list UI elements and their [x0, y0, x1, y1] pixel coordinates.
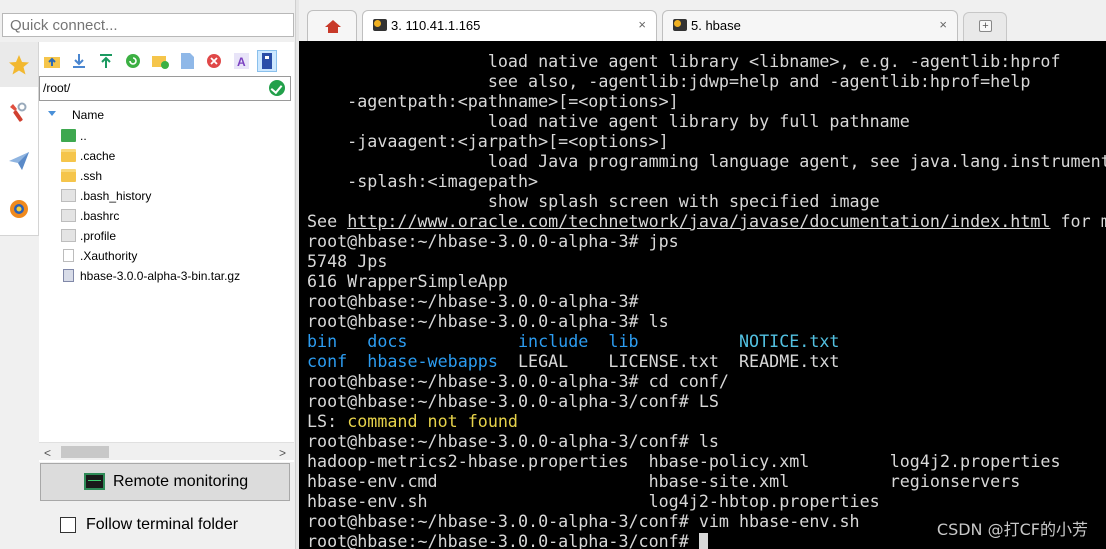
- key-icon: [373, 19, 387, 31]
- terminal-line: hbase-env.cmd hbase-site.xml regionserve…: [307, 471, 1021, 491]
- upload-icon[interactable]: [96, 50, 116, 72]
- file-list: .. .cache .ssh .bash_history .bashrc .pr…: [39, 126, 294, 286]
- file-icon: [61, 189, 76, 202]
- terminal-cursor: [698, 533, 708, 549]
- list-item[interactable]: .bash_history: [39, 186, 294, 206]
- scroll-right-icon[interactable]: >: [279, 446, 286, 460]
- upload-folder-icon[interactable]: [42, 50, 62, 72]
- file-list-header[interactable]: Name: [39, 105, 294, 125]
- close-icon[interactable]: ×: [939, 17, 947, 32]
- terminal-line: See http://www.oracle.com/technetwork/ja…: [307, 211, 1106, 231]
- terminal-line: root@hbase:~/hbase-3.0.0-alpha-3/conf# l…: [307, 431, 719, 451]
- terminal-line: load native agent library <libname>, e.g…: [307, 51, 1061, 71]
- tab-session-3[interactable]: 3. 110.41.1.165 ×: [362, 10, 657, 42]
- horizontal-scrollbar[interactable]: < >: [39, 442, 294, 460]
- folder-icon: [61, 169, 76, 182]
- sftp-panel: A /root/ Name .. .cache .ssh .bash_histo…: [39, 42, 294, 462]
- app-window: A /root/ Name .. .cache .ssh .bash_histo…: [0, 0, 1106, 549]
- follow-terminal-label: Follow terminal folder: [86, 516, 239, 533]
- tab-session-5[interactable]: 5. hbase ×: [662, 10, 958, 41]
- terminal-line: 5748 Jps: [307, 251, 388, 271]
- rename-icon[interactable]: A: [231, 50, 251, 72]
- list-item[interactable]: .ssh: [39, 166, 294, 186]
- delete-icon[interactable]: [204, 50, 224, 72]
- terminal-line: -agentpath:<pathname>[=<options>]: [307, 91, 679, 111]
- path-field[interactable]: /root/: [39, 76, 291, 101]
- new-tab-button[interactable]: +: [963, 12, 1007, 41]
- watermark: CSDN @打CF的小芳: [936, 520, 1088, 539]
- folder-icon: [61, 149, 76, 162]
- terminal-line: 616 WrapperSimpleApp: [307, 271, 508, 291]
- documentation-link[interactable]: http://www.oracle.com/technetwork/java/j…: [347, 211, 1050, 231]
- terminal-line: root@hbase:~/hbase-3.0.0-alpha-3/conf# v…: [307, 511, 860, 531]
- file-icon: [61, 229, 76, 242]
- terminal-line: -splash:<imagepath>: [307, 171, 539, 191]
- tab-title: 5. hbase: [691, 18, 741, 33]
- terminal-line: hbase-env.sh log4j2-hbtop.properties: [307, 491, 880, 511]
- archive-icon: [63, 269, 74, 282]
- parent-folder-icon: [61, 129, 76, 142]
- tab-title: 3. 110.41.1.165: [391, 18, 481, 33]
- terminal-line: load native agent library by full pathna…: [307, 111, 910, 131]
- key-icon: [673, 19, 687, 31]
- tab-bar: 3. 110.41.1.165 × 5. hbase × +: [299, 0, 1106, 42]
- terminal-line: show splash screen with specified image: [307, 191, 880, 211]
- monitor-icon: [84, 473, 105, 490]
- terminal-line: load Java programming language agent, se…: [307, 151, 1106, 171]
- column-name-header[interactable]: Name: [72, 108, 104, 122]
- new-file-icon[interactable]: [177, 50, 197, 72]
- list-item[interactable]: .profile: [39, 226, 294, 246]
- scroll-thumb[interactable]: [61, 446, 109, 458]
- terminal-line: root@hbase:~/hbase-3.0.0-alpha-3#: [307, 291, 639, 311]
- terminal-line: LS: command not found: [307, 411, 518, 431]
- file-icon: [61, 209, 76, 222]
- terminal-line: root@hbase:~/hbase-3.0.0-alpha-3# ls: [307, 311, 669, 331]
- terminal-line: root@hbase:~/hbase-3.0.0-alpha-3/conf# L…: [307, 391, 719, 411]
- terminal-prompt: root@hbase:~/hbase-3.0.0-alpha-3/conf#: [307, 531, 699, 549]
- terminal-line: -javaagent:<jarpath>[=<options>]: [307, 131, 669, 151]
- terminal-line: hadoop-metrics2-hbase.properties hbase-p…: [307, 451, 1061, 471]
- terminal-line: conf hbase-webapps LEGAL LICENSE.txt REA…: [307, 351, 840, 371]
- sort-arrow-icon: [48, 111, 56, 116]
- quick-connect-input[interactable]: [2, 13, 294, 37]
- tools-icon[interactable]: [0, 90, 38, 135]
- tab-home[interactable]: [307, 10, 357, 41]
- document-icon: [63, 249, 74, 262]
- list-item[interactable]: .cache: [39, 146, 294, 166]
- terminal-line: bin docs include lib NOTICE.txt: [307, 331, 840, 351]
- remote-monitoring-button[interactable]: Remote monitoring: [40, 463, 290, 501]
- list-item[interactable]: .Xauthority: [39, 246, 294, 266]
- list-item[interactable]: .bashrc: [39, 206, 294, 226]
- new-folder-icon[interactable]: [150, 50, 170, 72]
- paper-plane-icon[interactable]: [0, 138, 38, 183]
- remote-monitoring-label: Remote monitoring: [113, 473, 249, 490]
- terminal-line: root@hbase:~/hbase-3.0.0-alpha-3# jps: [307, 231, 679, 251]
- list-item[interactable]: ..: [39, 126, 294, 146]
- terminal-prompt-line: root@hbase:~/hbase-3.0.0-alpha-3/conf#: [307, 531, 708, 549]
- svg-text:A: A: [237, 55, 246, 69]
- terminal-line: root@hbase:~/hbase-3.0.0-alpha-3# cd con…: [307, 371, 729, 391]
- terminal[interactable]: load native agent library <libname>, e.g…: [299, 41, 1106, 549]
- sidebar-icon-bar: [0, 42, 39, 236]
- follow-terminal-checkbox[interactable]: [60, 517, 76, 533]
- path-text: /root/: [43, 81, 71, 95]
- properties-icon[interactable]: [257, 50, 277, 72]
- refresh-icon[interactable]: [123, 50, 143, 72]
- plus-icon: +: [979, 20, 992, 32]
- scroll-left-icon[interactable]: <: [44, 446, 51, 460]
- home-icon: [325, 20, 341, 33]
- star-icon[interactable]: [0, 42, 38, 87]
- terminal-line: see also, -agentlib:jdwp=help and -agent…: [307, 71, 1031, 91]
- go-check-icon[interactable]: [269, 80, 285, 96]
- sftp-toolbar: A: [39, 46, 294, 76]
- list-item[interactable]: hbase-3.0.0-alpha-3-bin.tar.gz: [39, 266, 294, 286]
- globe-icon[interactable]: [0, 186, 38, 231]
- close-icon[interactable]: ×: [638, 17, 646, 32]
- download-icon[interactable]: [69, 50, 89, 72]
